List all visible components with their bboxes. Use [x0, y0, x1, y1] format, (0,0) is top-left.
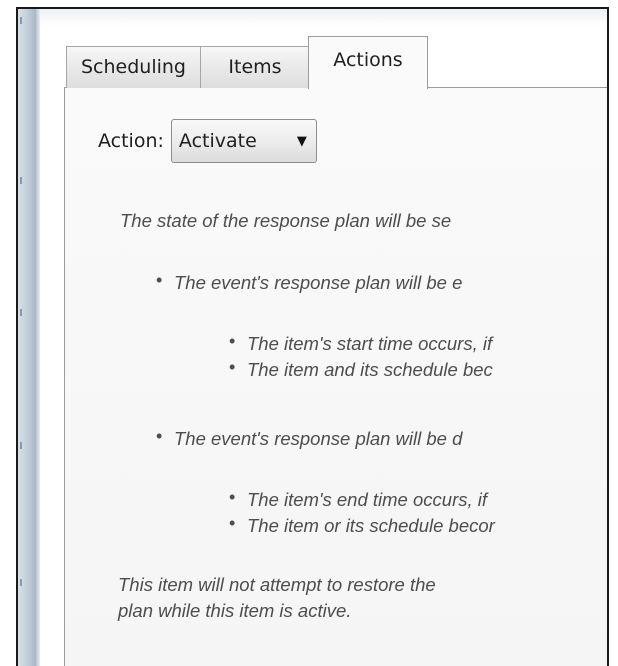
caret-down-icon: ▼ — [296, 133, 307, 149]
note-line: plan while this item is active. — [118, 600, 352, 621]
action-dropdown[interactable]: Activate ▼ — [170, 119, 317, 163]
window-left-border — [18, 9, 37, 666]
border-tick — [20, 177, 22, 184]
action-label: Action: — [98, 130, 164, 152]
enable-sub-item: The item and its schedule bec — [247, 359, 493, 380]
bullet-icon: • — [229, 357, 236, 377]
border-tick — [20, 309, 22, 316]
disable-sub-item: The item or its schedule becor — [247, 515, 495, 536]
tab-scheduling[interactable]: Scheduling — [66, 46, 201, 88]
bullet-icon: • — [229, 487, 236, 507]
action-selected-value: Activate — [178, 130, 257, 152]
border-tick — [20, 17, 22, 24]
enable-sub-item: The item's start time occurs, if — [247, 333, 493, 354]
window-top-strip — [40, 9, 607, 27]
bullet-icon: • — [156, 426, 163, 446]
disable-condition: The event's response plan will be d — [174, 428, 463, 449]
tab-actions[interactable]: Actions — [308, 36, 428, 89]
window-inner-edge — [36, 9, 40, 666]
description-intro: The state of the response plan will be s… — [120, 210, 452, 231]
bullet-icon: • — [229, 331, 236, 351]
enable-condition: The event's response plan will be e — [174, 272, 463, 293]
bullet-icon: • — [156, 270, 163, 290]
action-row: Action: Activate ▼ — [98, 118, 317, 164]
bullet-icon: • — [229, 513, 236, 533]
border-tick — [20, 442, 22, 449]
tab-items[interactable]: Items — [200, 46, 310, 88]
disable-sub-item: The item's end time occurs, if — [247, 489, 488, 510]
border-tick — [20, 579, 22, 586]
note-line: This item will not attempt to restore th… — [118, 574, 436, 595]
